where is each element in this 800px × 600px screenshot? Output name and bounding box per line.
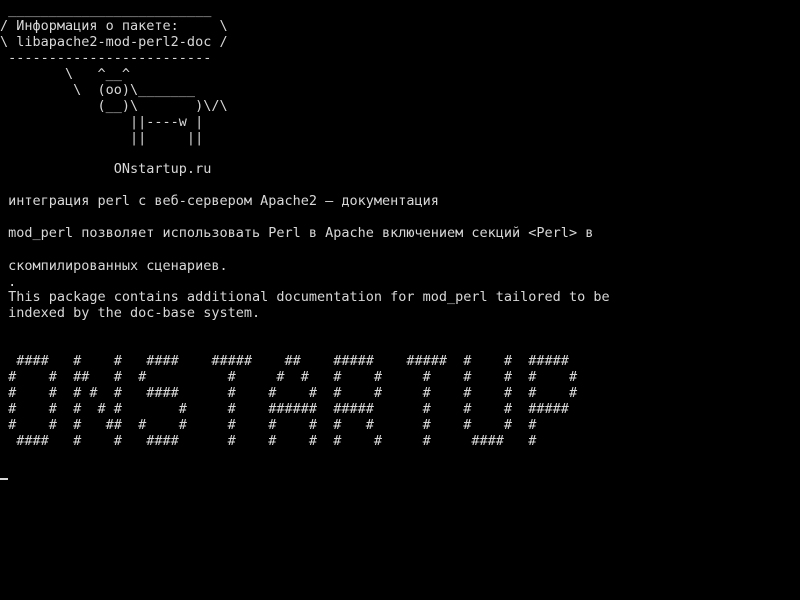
description-ru-line-1: mod_perl позволяет использовать Perl в A… [0,225,594,241]
cowsay-bubble-top: _________________________ [0,2,212,18]
banner-row-2: # # ## # # # # # # # # # # # # [0,369,578,385]
site-name: ONstartup.ru [0,161,212,177]
cowsay-cow-line-3: (__)\ )\/\ [0,98,228,114]
cowsay-cow-line-2: \ (oo)\_______ [0,82,196,98]
cowsay-bubble-bottom: ------------------------- [0,50,212,66]
banner-row-4: # # # # # # # ###### ##### # # # ##### [0,401,569,417]
terminal-screen[interactable]: _________________________ / Информация о… [0,0,800,600]
banner-row-5: # # # ## # # # # # # # # # # # [0,417,537,433]
package-summary: интеграция perl с веб-сервером Apache2 —… [0,193,439,209]
description-ru-line-2: скомпилированных сценариев. [0,258,228,274]
description-separator: . [0,274,17,290]
banner-row-6: #### # # #### # # # # # # #### # [0,433,537,449]
banner-row-3: # # # # # #### # # # # # # # # # # [0,385,578,401]
cowsay-cow-line-5: || || [0,130,204,146]
terminal-cursor[interactable] [0,478,8,480]
description-en-line-1: This package contains additional documen… [0,289,610,305]
cowsay-cow-line-1: \ ^__^ [0,66,131,82]
cowsay-cow-line-4: ||----w | [0,114,204,130]
description-en-line-2: indexed by the doc-base system. [0,305,261,321]
cowsay-bubble-line-2: \ libapache2-mod-perl2-doc / [0,34,228,50]
banner-row-1: #### # # #### ##### ## ##### ##### # # #… [0,353,569,369]
cowsay-bubble-line-1: / Информация о пакете: \ [0,18,228,34]
